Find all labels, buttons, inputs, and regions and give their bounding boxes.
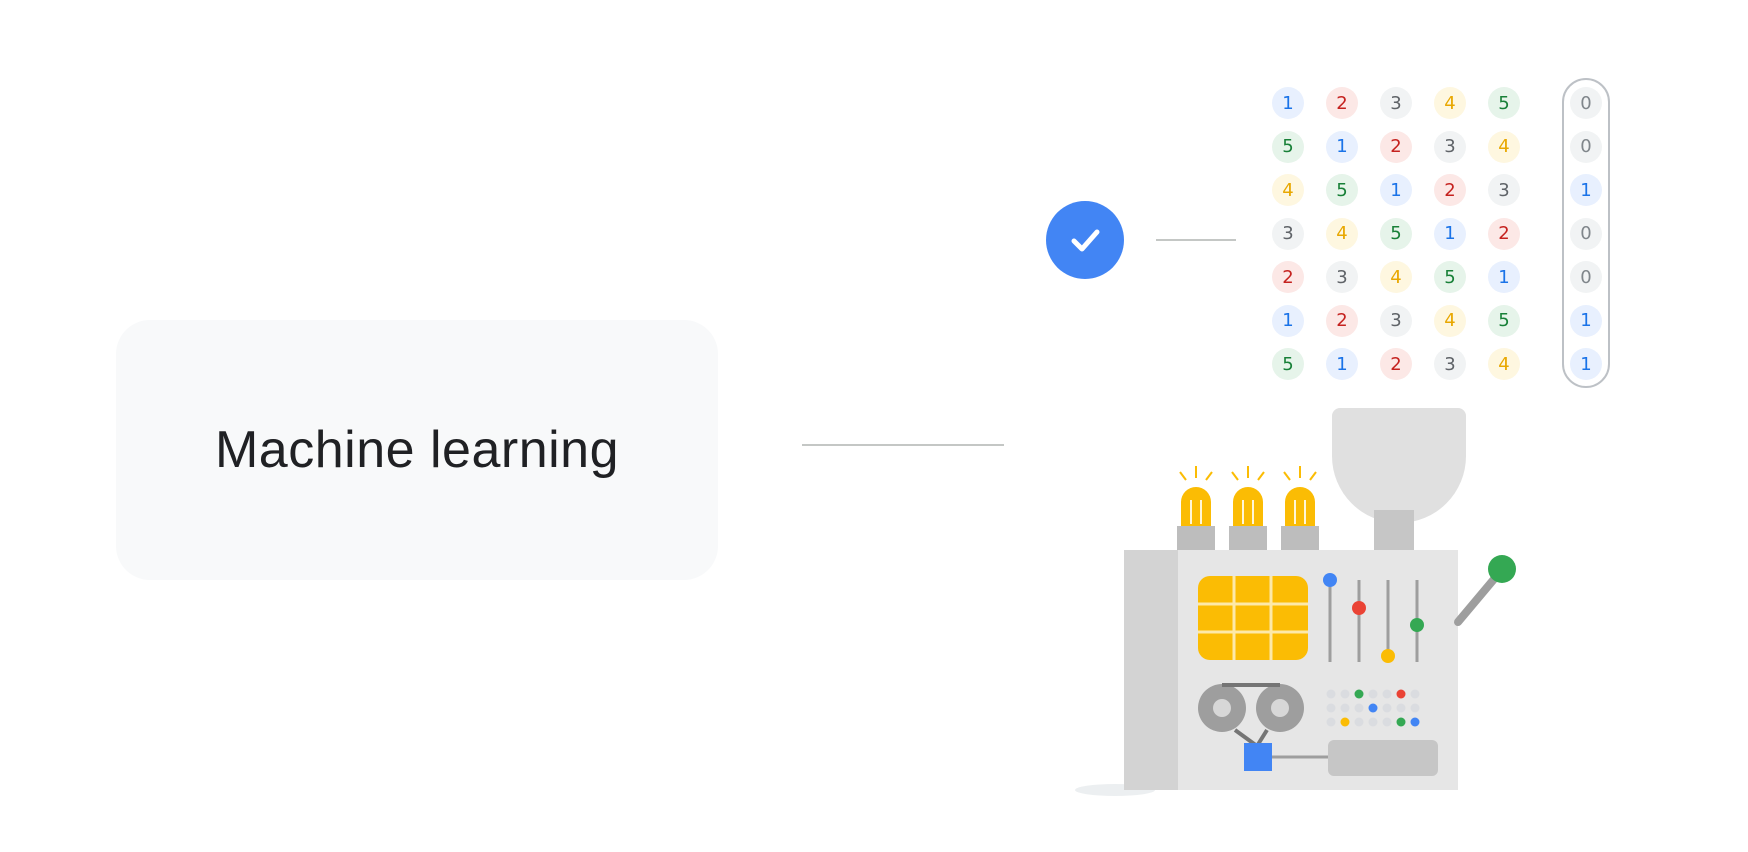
indicator-dot [1326, 717, 1336, 727]
indicator-dot [1410, 703, 1420, 713]
grid-cell: 4 [1488, 130, 1520, 163]
grid-cell: 1 [1272, 87, 1304, 119]
grid-cell: 4 [1272, 174, 1304, 206]
indicator-dot [1354, 717, 1364, 727]
machine-side [1124, 550, 1180, 790]
grid-cell: 3 [1488, 174, 1520, 206]
grid-cell: 5 [1488, 304, 1520, 337]
grid-cell: 5 [1326, 174, 1358, 206]
grid-cell: 3 [1272, 217, 1304, 250]
indicator-dot [1368, 703, 1378, 713]
indicator-dot [1396, 717, 1406, 727]
grid-cell: 4 [1434, 304, 1466, 337]
indicator-dot [1382, 703, 1392, 713]
indicator-dot [1340, 717, 1350, 727]
grid-cell: 2 [1380, 348, 1412, 380]
indicator-dot [1410, 689, 1420, 699]
grid-cell: 4 [1326, 217, 1358, 250]
grid-cell: 5 [1488, 87, 1520, 119]
grid-cell: 2 [1272, 261, 1304, 293]
indicator-dot [1354, 689, 1364, 699]
grid-cell: 4 [1380, 261, 1412, 293]
grid-cell: 2 [1326, 87, 1358, 119]
indicator-dot [1382, 689, 1392, 699]
grid-cell: 1 [1488, 261, 1520, 293]
grid-cell: 2 [1380, 130, 1412, 163]
indicator-dot [1368, 717, 1378, 727]
display-panel [1198, 576, 1308, 660]
indicator-dot [1326, 689, 1336, 699]
grid-cell: 3 [1326, 261, 1358, 293]
check-icon [1071, 229, 1100, 252]
output-slot [1328, 740, 1438, 776]
check-to-grid-connector [1156, 239, 1236, 241]
grid-cell: 5 [1272, 348, 1304, 380]
machine-learning-title: Machine learning [214, 421, 620, 479]
grid-cell: 5 [1434, 261, 1466, 293]
machine-learning-card: Machine learning [116, 320, 718, 580]
grid-cell: 3 [1380, 304, 1412, 337]
ml-machine-illustration [1075, 408, 1516, 796]
grid-cell: 1 [1434, 217, 1466, 250]
grid-cell: 5 [1380, 217, 1412, 250]
card-to-machine-connector [802, 444, 1004, 446]
grid-cell: 3 [1380, 87, 1412, 119]
hopper [1332, 408, 1466, 523]
grid-cell: 2 [1326, 304, 1358, 337]
lamp-2 [1231, 466, 1265, 526]
indicator-dot [1340, 689, 1350, 699]
indicator-dot [1396, 703, 1406, 713]
grid-cell: 5 [1272, 130, 1304, 163]
grid-cell: 4 [1488, 348, 1520, 380]
grid-cell: 1 [1326, 130, 1358, 163]
grid-cell: 2 [1434, 174, 1466, 206]
lamp-3 [1283, 466, 1317, 526]
grid-cell: 3 [1434, 130, 1466, 163]
indicator-dot [1354, 703, 1364, 713]
grid-cell: 3 [1434, 348, 1466, 380]
indicator-dot [1368, 689, 1378, 699]
grid-cell: 1 [1380, 174, 1412, 206]
grid-cell: 4 [1434, 87, 1466, 119]
indicator-dot [1410, 717, 1420, 727]
label-column-outline [1562, 78, 1610, 388]
lamp-1 [1179, 466, 1213, 526]
grid-cell: 1 [1326, 348, 1358, 380]
indicator-dot [1340, 703, 1350, 713]
grid-cell: 2 [1488, 217, 1520, 250]
check-badge [1046, 201, 1124, 279]
indicator-dot [1326, 703, 1336, 713]
indicator-dot [1382, 717, 1392, 727]
hopper-neck [1374, 510, 1414, 552]
indicator-dot [1396, 689, 1406, 699]
grid-cell: 1 [1272, 304, 1304, 337]
